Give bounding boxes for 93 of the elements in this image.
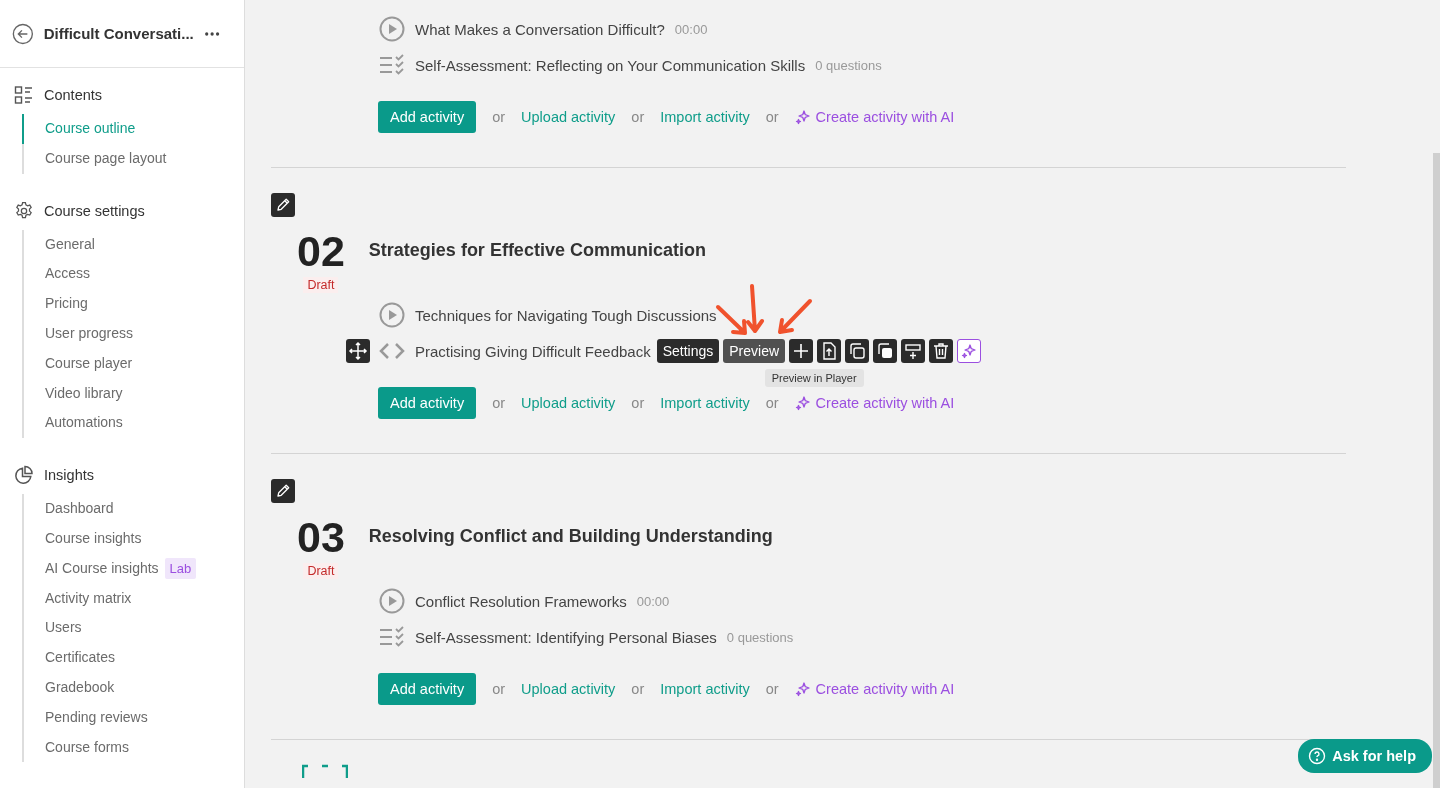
help-button[interactable]: Ask for help (1298, 739, 1432, 773)
add-activity-button[interactable]: Add activity (378, 387, 477, 419)
activity-meta: 0 questions (815, 57, 882, 73)
edit-icon[interactable] (271, 479, 295, 503)
question-icon (1308, 747, 1327, 765)
sidebar-item[interactable]: Course outline (22, 114, 136, 144)
code-icon (379, 342, 405, 360)
or-text: or (765, 681, 779, 697)
activity-link[interactable]: Import activity (660, 681, 750, 697)
ai-button[interactable] (957, 339, 982, 363)
play-icon (379, 302, 405, 328)
checklist-icon (379, 53, 405, 77)
edit-icon[interactable] (271, 193, 295, 217)
ai-link[interactable]: Create activity with AI (815, 681, 955, 697)
sidebar-item[interactable]: Course insights (22, 523, 142, 554)
play-icon (379, 16, 405, 42)
sidebar-item[interactable]: Users (22, 613, 82, 644)
insert-row-icon[interactable] (901, 339, 926, 363)
trash-icon[interactable] (929, 339, 954, 363)
back-icon[interactable] (12, 21, 34, 46)
activity-meta: 00:00 (636, 593, 670, 609)
sparkle-icon (794, 681, 811, 697)
ai-link[interactable]: Create activity with AI (815, 395, 955, 411)
sidebar-item[interactable]: Pricing (22, 289, 88, 319)
sparkle-icon (794, 395, 811, 411)
draft-badge: Draft (303, 563, 339, 579)
or-text: or (631, 395, 645, 411)
activity-link[interactable]: Upload activity (521, 681, 616, 697)
section-title: Strategies for Effective Communication (368, 240, 706, 261)
draft-badge: Draft (303, 277, 339, 293)
sidebar-item[interactable]: Access (22, 259, 91, 290)
activity-meta: 00:00 (674, 21, 708, 37)
activity-meta: 0 questions (726, 629, 794, 645)
move-icon[interactable] (346, 339, 370, 363)
activity-link[interactable]: Upload activity (521, 395, 616, 411)
activity-title[interactable]: Techniques for Navigating Tough Discussions (415, 306, 717, 324)
add-activity-button[interactable]: Add activity (378, 101, 477, 133)
section-number: 03 (297, 513, 345, 561)
sidebar-item[interactable]: Dashboard (22, 494, 114, 524)
section-number: 02 (297, 227, 345, 275)
sidebar-item[interactable]: Certificates (22, 643, 116, 673)
sidebar-item[interactable]: User progress (22, 319, 133, 349)
or-text: or (492, 681, 506, 697)
sidebar-item[interactable]: Automations (22, 408, 123, 439)
settings-icon (14, 200, 34, 221)
sidebar-item[interactable]: Course page layout (22, 143, 167, 174)
more-icon[interactable] (203, 30, 220, 37)
add-activity-button[interactable]: Add activity (378, 673, 477, 705)
activity-title[interactable]: Self-Assessment: Reflecting on Your Communication Skills (415, 56, 806, 74)
sparkle-icon (961, 343, 978, 359)
activity-link[interactable]: Upload activity (521, 109, 616, 125)
sidebar-item[interactable]: Activity matrix (22, 583, 132, 614)
duplicate-icon[interactable] (873, 339, 898, 363)
or-text: or (492, 395, 506, 411)
checklist-icon (379, 625, 405, 649)
or-text: or (631, 109, 645, 125)
toolbar-button[interactable]: Preview (723, 339, 786, 363)
list-icon (14, 85, 34, 105)
tooltip: Preview in Player (764, 369, 864, 387)
activity-link[interactable]: Import activity (660, 395, 750, 411)
copy-icon[interactable] (845, 339, 870, 363)
or-text: or (765, 395, 779, 411)
sidebar-item[interactable]: Video library (22, 378, 123, 409)
activity-title[interactable]: What Makes a Conversation Difficult? (415, 20, 665, 38)
pie-chart-icon (14, 465, 34, 486)
or-text: or (765, 109, 779, 125)
sidebar-item[interactable]: Pending reviews (22, 702, 148, 733)
activity-link[interactable]: Import activity (660, 109, 750, 125)
sidebar-item[interactable]: AI Course insights (22, 553, 159, 584)
toolbar-button[interactable]: Settings (656, 339, 720, 363)
activity-title[interactable]: Conflict Resolution Frameworks (415, 592, 627, 610)
sidebar-item[interactable]: Course forms (22, 732, 130, 763)
group-title: Contents (44, 87, 103, 103)
sparkle-icon (794, 109, 811, 125)
scrollbar[interactable] (1433, 153, 1440, 788)
section-title: Resolving Conflict and Building Understanding (368, 526, 773, 547)
upload-icon[interactable] (817, 339, 842, 363)
sidebar-item[interactable]: General (22, 229, 95, 260)
activity-title[interactable]: Self-Assessment: Identifying Personal Biases (415, 628, 717, 646)
sidebar-item[interactable]: Course player (22, 348, 133, 379)
plus-icon[interactable] (789, 339, 814, 363)
course-title: Difficult Conversati... (43, 25, 194, 42)
sidebar-item[interactable]: Gradebook (22, 672, 115, 703)
activity-title[interactable]: Practising Giving Difficult Feedback (415, 342, 651, 360)
or-text: or (492, 109, 506, 125)
bracket-icon (302, 764, 348, 778)
annotation-arrow (775, 298, 813, 336)
group-title: Course settings (44, 202, 145, 219)
lab-badge: Lab (164, 558, 197, 580)
or-text: or (631, 681, 645, 697)
play-icon (379, 588, 405, 614)
ai-link[interactable]: Create activity with AI (815, 109, 955, 125)
group-title: Insights (44, 467, 94, 484)
